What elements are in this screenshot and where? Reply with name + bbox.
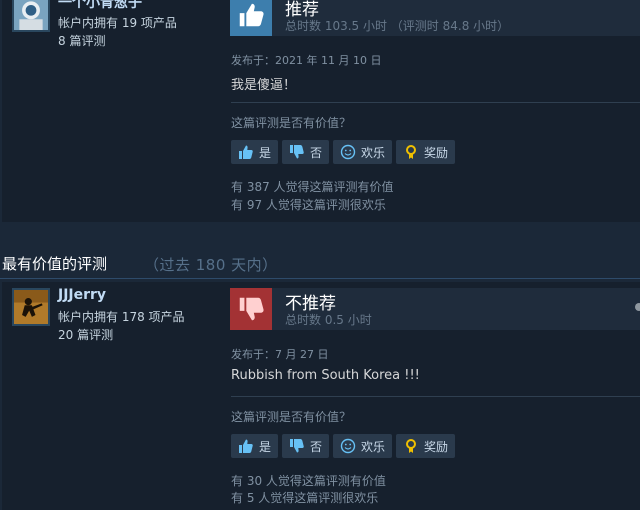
vote-yes-label: 是 [259,439,272,454]
helpful-question: 这篇评测是否有价值？ [231,410,352,424]
reviewer-info: JJJerry 帐户内拥有 178 项产品 20 篇评测 [2,282,212,510]
vote-buttons: 是 否 欢乐 奖励 [231,140,456,164]
vote-no-label: 否 [310,439,323,454]
reviewer-info: 一个小青葱子 帐户内拥有 19 项产品 8 篇评测 [2,0,212,222]
posted-date: 发布于：2021 年 11 月 10 日 [231,54,382,67]
review-count[interactable]: 8 篇评测 [58,32,105,49]
thumbs-up-icon [239,439,253,453]
posted-date: 发布于：7 月 27 日 [231,348,329,361]
vote-yes-label: 是 [259,145,272,160]
review-card: 一个小青葱子 帐户内拥有 19 项产品 8 篇评测 推荐 总时数 103.5 小… [2,0,640,222]
playtime: 总时数 103.5 小时 （评测时 84.8 小时） [285,19,510,33]
funny-count: 有 5 人觉得这篇评测很欢乐 [231,491,379,505]
avatar[interactable] [12,288,50,326]
section-subtitle: （过去 180 天内） [144,256,278,274]
section-divider [0,278,640,279]
helpful-count: 有 387 人觉得这篇评测有价值 [231,180,394,194]
vote-no-button[interactable]: 否 [282,434,330,458]
vote-funny-button[interactable]: 欢乐 [333,434,393,458]
playtime: 总时数 0.5 小时 [285,313,372,327]
persona-name[interactable]: 一个小青葱子 [58,0,142,12]
thumbs-down-icon [290,439,304,453]
more-options-icon[interactable] [635,303,640,311]
award-label: 奖励 [424,145,449,160]
smiley-icon [340,144,356,160]
review-text: Rubbish from South Korea !!! [231,368,420,383]
helpful-question: 这篇评测是否有价值？ [231,116,352,130]
vote-buttons: 是 否 欢乐 奖励 [231,434,456,458]
review-card: JJJerry 帐户内拥有 178 项产品 20 篇评测 不推荐 总时数 0.5… [2,282,640,510]
award-button[interactable]: 奖励 [396,140,456,164]
funny-count: 有 97 人觉得这篇评测很欢乐 [231,198,386,212]
thumbs-down-icon [290,145,304,159]
review-text: 我是傻逼！ [231,78,297,93]
divider [231,102,640,103]
review-count[interactable]: 20 篇评测 [58,326,113,343]
thumbs-up-icon [239,145,253,159]
section-title: 最有价值的评测 [2,255,108,273]
vote-yes-button[interactable]: 是 [231,140,279,164]
vote-funny-label: 欢乐 [361,145,386,160]
divider [231,396,640,397]
award-label: 奖励 [424,439,449,454]
persona-name[interactable]: JJJerry [58,287,106,303]
avatar[interactable] [12,0,50,32]
vote-funny-button[interactable]: 欢乐 [333,140,393,164]
thumbs-down-icon [230,288,272,330]
vote-yes-button[interactable]: 是 [231,434,279,458]
vote-header[interactable]: 推荐 总时数 103.5 小时 （评测时 84.8 小时） [230,0,640,36]
smiley-icon [340,438,356,454]
vote-funny-label: 欢乐 [361,439,386,454]
vote-no-label: 否 [310,145,323,160]
products-owned[interactable]: 帐户内拥有 178 项产品 [58,308,185,325]
award-button[interactable]: 奖励 [396,434,456,458]
vote-no-button[interactable]: 否 [282,140,330,164]
helpful-count: 有 30 人觉得这篇评测有价值 [231,474,386,488]
products-owned[interactable]: 帐户内拥有 19 项产品 [58,14,177,31]
thumbs-up-icon [230,0,272,36]
award-icon [406,439,417,453]
award-icon [406,145,417,159]
vote-header[interactable]: 不推荐 总时数 0.5 小时 [230,288,640,330]
